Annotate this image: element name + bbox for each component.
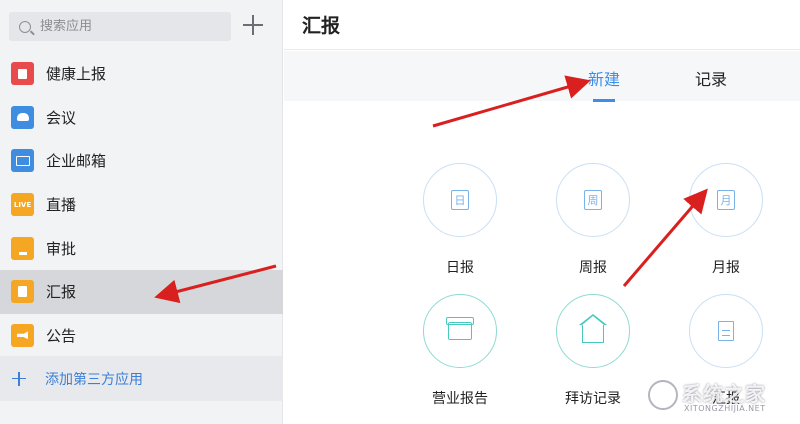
watermark-subtext: XITONGZHIJIA.NET — [684, 404, 766, 413]
add-third-party-app-button[interactable]: 添加第三方应用 — [0, 356, 283, 401]
sidebar-item-announcement[interactable]: 公告 — [0, 314, 283, 358]
grid-label: 日报 — [446, 260, 474, 276]
health-report-icon — [11, 62, 34, 86]
announcement-icon — [11, 323, 34, 347]
main-panel: 汇报 新建 记录 日 日报 周 周报 月 月报 营业报告 拜访记录 汇报 — [284, 0, 800, 424]
weekly-report-tile[interactable]: 周 周报 — [556, 163, 630, 276]
app-list: 健康上报 会议 企业邮箱 LIVE 直播 审批 汇报 公告 — [0, 52, 283, 357]
weekly-report-circle[interactable]: 周 — [556, 163, 630, 237]
sidebar-item-label: 企业邮箱 — [46, 152, 107, 171]
document-icon — [718, 321, 734, 341]
sidebar-item-mail[interactable]: 企业邮箱 — [0, 139, 283, 183]
watermark-text: 系统之家 — [682, 382, 766, 406]
sidebar-item-report[interactable]: 汇报 — [0, 269, 283, 314]
tab-bar: 新建 记录 — [284, 51, 800, 102]
search-box[interactable] — [9, 12, 231, 41]
monthly-report-circle[interactable]: 月 — [689, 163, 763, 237]
tab-record[interactable]: 记录 — [695, 66, 727, 90]
general-report-tile[interactable]: 汇报 — [689, 294, 763, 407]
daily-report-circle[interactable]: 日 — [423, 163, 497, 237]
report-icon — [11, 280, 34, 304]
search-icon — [19, 20, 31, 33]
sidebar-item-live[interactable]: LIVE 直播 — [0, 183, 283, 227]
sidebar: 健康上报 会议 企业邮箱 LIVE 直播 审批 汇报 公告 添加第三方应用 — [0, 0, 283, 424]
store-icon — [446, 317, 474, 340]
grid-label: 拜访记录 — [565, 391, 621, 407]
add-third-party-label: 添加第三方应用 — [45, 371, 143, 388]
calendar-week-icon: 周 — [584, 190, 602, 210]
house-icon — [579, 314, 607, 343]
watermark-logo-icon — [648, 380, 678, 410]
sidebar-item-label: 公告 — [46, 326, 77, 345]
calendar-day-icon: 日 — [451, 190, 469, 210]
business-report-tile[interactable]: 营业报告 — [423, 294, 497, 407]
add-app-button[interactable] — [241, 13, 265, 37]
tab-new[interactable]: 新建 — [588, 66, 620, 102]
sidebar-item-label: 直播 — [46, 196, 77, 215]
watermark: 系统之家 XITONGZHIJIA.NET — [648, 378, 798, 422]
calendar-month-icon: 月 — [717, 190, 735, 210]
daily-report-tile[interactable]: 日 日报 — [423, 163, 497, 276]
grid-label: 营业报告 — [432, 391, 488, 407]
mail-icon — [11, 149, 34, 173]
approval-stamp-icon — [11, 236, 34, 260]
sidebar-item-label: 会议 — [46, 108, 77, 127]
search-input[interactable] — [40, 19, 220, 34]
page-title: 汇报 — [284, 0, 800, 50]
sidebar-item-meeting[interactable]: 会议 — [0, 96, 283, 140]
general-report-circle[interactable] — [689, 294, 763, 368]
grid-label: 周报 — [579, 260, 607, 276]
plus-icon — [12, 371, 26, 386]
visit-record-tile[interactable]: 拜访记录 — [556, 294, 630, 407]
live-icon: LIVE — [11, 193, 34, 217]
sidebar-item-health-report[interactable]: 健康上报 — [0, 52, 283, 96]
sidebar-item-label: 汇报 — [46, 283, 77, 302]
monthly-report-tile[interactable]: 月 月报 — [689, 163, 763, 276]
visit-record-circle[interactable] — [556, 294, 630, 368]
sidebar-item-approval[interactable]: 审批 — [0, 226, 283, 270]
meeting-cloud-icon — [11, 105, 34, 129]
sidebar-item-label: 审批 — [46, 239, 77, 258]
grid-label: 月报 — [712, 260, 740, 276]
sidebar-item-label: 健康上报 — [46, 65, 107, 84]
business-report-circle[interactable] — [423, 294, 497, 368]
